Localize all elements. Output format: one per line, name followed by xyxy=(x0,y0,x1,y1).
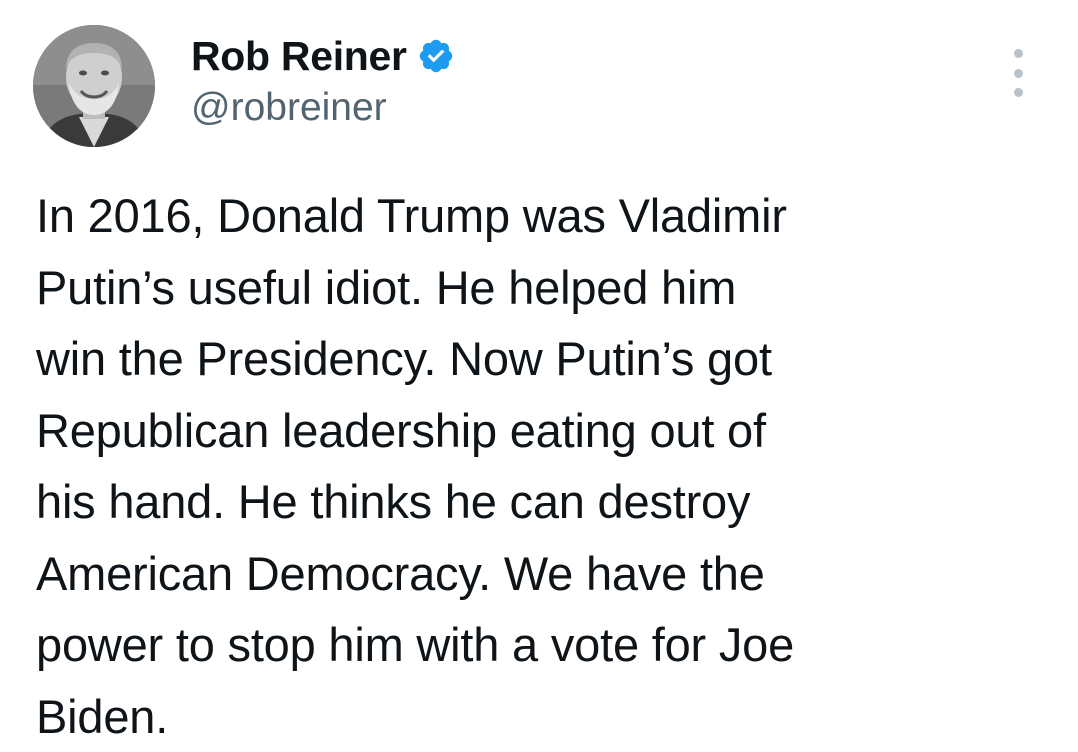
menu-dot xyxy=(1014,49,1023,58)
menu-dot xyxy=(1014,69,1023,78)
tweet-text-line: Putin’s useful idiot. He helped him xyxy=(36,252,1046,324)
menu-dot xyxy=(1014,88,1023,97)
author-name-row: Rob Reiner xyxy=(191,30,455,82)
tweet-text-line: power to stop him with a vote for Joe xyxy=(36,609,1046,681)
author-handle[interactable]: @robreiner xyxy=(191,86,387,130)
verified-badge-icon xyxy=(417,37,455,75)
tweet-text-line: his hand. He thinks he can destroy xyxy=(36,466,1046,538)
tweet-text-line: Biden. xyxy=(36,681,1046,752)
author-display-name[interactable]: Rob Reiner xyxy=(191,33,407,80)
tweet-card: Rob Reiner @robreiner In 2016, Donald Tr… xyxy=(0,0,1078,737)
tweet-text-line: win the Presidency. Now Putin’s got xyxy=(36,323,1046,395)
tweet-text-line: Republican leadership eating out of xyxy=(36,395,1046,467)
tweet-text: In 2016, Donald Trump was Vladimir Putin… xyxy=(36,180,1046,752)
tweet-text-line: In 2016, Donald Trump was Vladimir xyxy=(36,180,1046,252)
profile-photo-icon xyxy=(33,25,155,147)
avatar[interactable] xyxy=(33,25,155,147)
more-options-icon[interactable] xyxy=(1001,49,1035,97)
tweet-text-line: American Democracy. We have the xyxy=(36,538,1046,610)
